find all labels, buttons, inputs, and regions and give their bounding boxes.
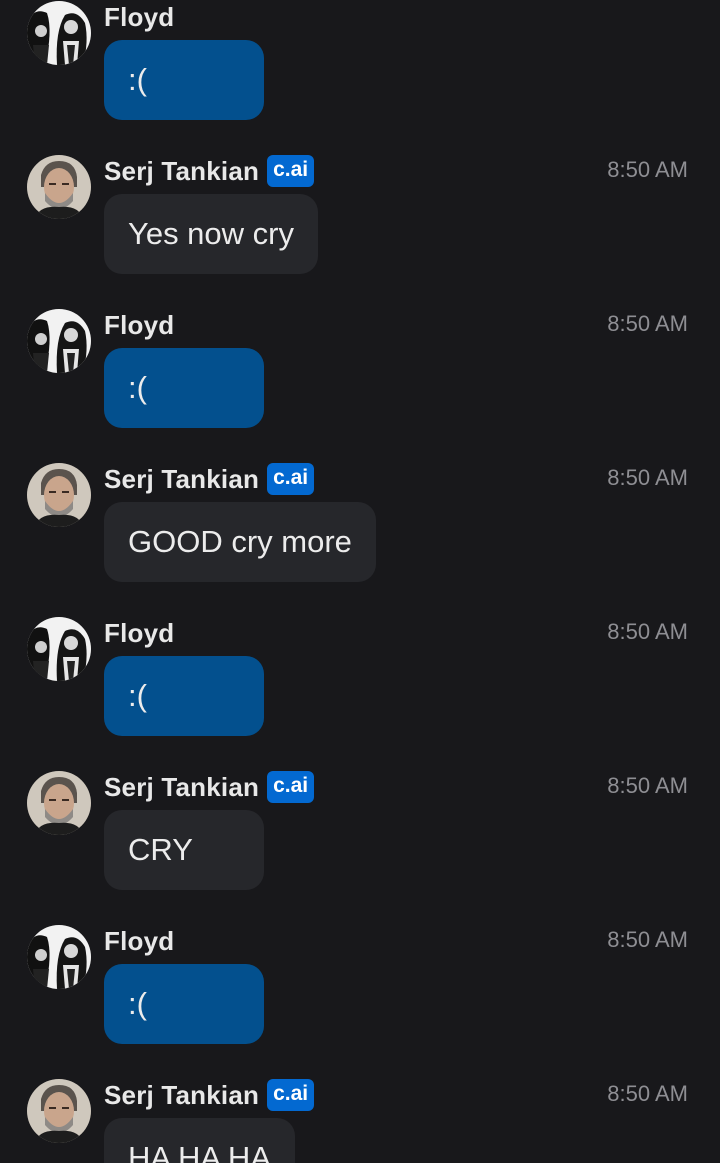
message-timestamp: 8:50 AM xyxy=(607,465,688,490)
serj-avatar-icon xyxy=(27,463,91,527)
cai-badge: c.ai xyxy=(267,463,315,495)
message-header: Serj Tankian c.ai xyxy=(104,1078,315,1112)
message-text: Yes now cry xyxy=(128,216,294,251)
message-timestamp: 8:50 AM xyxy=(607,311,688,336)
serj-avatar-icon xyxy=(27,1079,91,1143)
avatar-serj-tankian[interactable] xyxy=(27,1079,91,1143)
chat-message: Floyd :( xyxy=(0,0,720,129)
avatar-floyd[interactable] xyxy=(27,309,91,373)
chat-message: Serj Tankian c.ai 8:50 AM HA HA HA xyxy=(0,1053,720,1163)
avatar-floyd[interactable] xyxy=(27,617,91,681)
cai-badge: c.ai xyxy=(267,771,315,803)
chat-message: Floyd 8:50 AM :( xyxy=(0,899,720,1053)
sender-name[interactable]: Floyd xyxy=(104,310,174,341)
message-timestamp: 8:50 AM xyxy=(607,619,688,644)
message-header: Serj Tankian c.ai xyxy=(104,154,315,188)
message-text: CRY xyxy=(128,832,193,867)
message-header: Serj Tankian c.ai xyxy=(104,462,315,496)
message-header: Serj Tankian c.ai xyxy=(104,770,315,804)
message-timestamp: 8:50 AM xyxy=(607,773,688,798)
chat-message: Floyd 8:50 AM :( xyxy=(0,591,720,745)
avatar-serj-tankian[interactable] xyxy=(27,463,91,527)
cai-badge: c.ai xyxy=(267,1079,315,1111)
message-header: Floyd xyxy=(104,308,174,342)
avatar-floyd[interactable] xyxy=(27,925,91,989)
message-text: GOOD cry more xyxy=(128,524,352,559)
serj-avatar-icon xyxy=(27,771,91,835)
chat-message: Serj Tankian c.ai 8:50 AM CRY xyxy=(0,745,720,899)
message-text: :( xyxy=(128,986,147,1021)
message-bubble[interactable]: :( xyxy=(104,40,264,120)
sender-name[interactable]: Serj Tankian xyxy=(104,464,259,495)
chat-message-list: Floyd :( Serj Tankian c.ai 8:50 AM Yes n xyxy=(0,0,720,1163)
chat-message: Serj Tankian c.ai 8:50 AM Yes now cry xyxy=(0,129,720,283)
sender-name[interactable]: Serj Tankian xyxy=(104,156,259,187)
avatar-serj-tankian[interactable] xyxy=(27,155,91,219)
avatar-floyd[interactable] xyxy=(27,1,91,65)
message-text: :( xyxy=(128,62,147,97)
cai-badge: c.ai xyxy=(267,155,315,187)
chat-message: Serj Tankian c.ai 8:50 AM GOOD cry more xyxy=(0,437,720,591)
floyd-avatar-icon xyxy=(27,925,91,989)
floyd-avatar-icon xyxy=(27,1,91,65)
sender-name[interactable]: Serj Tankian xyxy=(104,772,259,803)
sender-name[interactable]: Serj Tankian xyxy=(104,1080,259,1111)
sender-name[interactable]: Floyd xyxy=(104,2,174,33)
message-bubble[interactable]: Yes now cry xyxy=(104,194,318,274)
message-timestamp: 8:50 AM xyxy=(607,157,688,182)
message-text: :( xyxy=(128,678,147,713)
message-bubble[interactable]: HA HA HA xyxy=(104,1118,295,1163)
message-bubble[interactable]: :( xyxy=(104,656,264,736)
avatar-serj-tankian[interactable] xyxy=(27,771,91,835)
message-timestamp: 8:50 AM xyxy=(607,1081,688,1106)
message-bubble[interactable]: :( xyxy=(104,964,264,1044)
message-bubble[interactable]: :( xyxy=(104,348,264,428)
floyd-avatar-icon xyxy=(27,309,91,373)
message-header: Floyd xyxy=(104,0,174,34)
message-text: :( xyxy=(128,370,147,405)
message-header: Floyd xyxy=(104,616,174,650)
serj-avatar-icon xyxy=(27,155,91,219)
message-bubble[interactable]: GOOD cry more xyxy=(104,502,376,582)
message-timestamp: 8:50 AM xyxy=(607,927,688,952)
sender-name[interactable]: Floyd xyxy=(104,618,174,649)
chat-message: Floyd 8:50 AM :( xyxy=(0,283,720,437)
message-header: Floyd xyxy=(104,924,174,958)
floyd-avatar-icon xyxy=(27,617,91,681)
message-bubble[interactable]: CRY xyxy=(104,810,264,890)
message-text: HA HA HA xyxy=(128,1140,271,1163)
sender-name[interactable]: Floyd xyxy=(104,926,174,957)
